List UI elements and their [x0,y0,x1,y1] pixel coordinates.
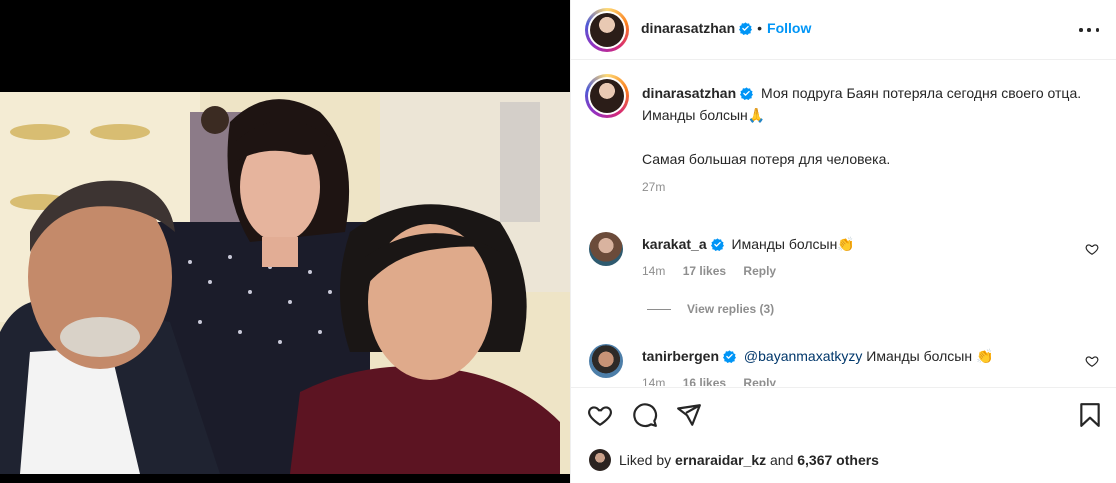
follow-button[interactable]: Follow [767,20,811,36]
author-username[interactable]: dinarasatzhan [641,20,735,36]
comment-username[interactable]: tanirbergen [642,348,719,364]
comment-mention[interactable]: @bayanmaxatkyzy [744,348,862,364]
comments-scroll-area[interactable]: dinarasatzhan Моя подруга Баян потеряла … [571,60,1116,386]
comment-meta: 14m 17 likes Reply [642,264,776,278]
comment-body: karakat_a Иманды болсын👏 [642,235,1062,253]
comment-text: Иманды болсын👏 [731,236,855,252]
post-actions-bar: Liked by ernaraidar_kz and 6,367 others [571,387,1116,483]
comment-text: Иманды болсын 👏 [866,348,994,364]
header-author-row: dinarasatzhan • Follow [641,20,811,36]
caption-line-1: Моя подруга Баян потеряла сегодня своего… [761,85,1082,101]
post-dialog: dinarasatzhan • Follow dinarasatzhan Моя… [0,0,1116,483]
comment-meta: 14m 16 likes Reply [642,376,776,386]
view-replies-divider [647,308,671,310]
author-avatar[interactable] [585,8,629,52]
verified-badge-icon [710,238,724,251]
comment-avatar[interactable] [589,344,623,378]
verified-badge-icon [723,350,737,363]
heart-icon[interactable] [587,402,613,428]
reply-button[interactable]: Reply [743,376,776,386]
comment-avatar[interactable] [589,232,623,266]
comment-time[interactable]: 14m [642,376,665,386]
comment-likes[interactable]: 17 likes [683,264,726,278]
caption-username[interactable]: dinarasatzhan [642,85,736,101]
caption-avatar[interactable] [585,74,629,118]
comment-username[interactable]: karakat_a [642,236,707,252]
caption-line-2: Иманды болсын🙏 [642,107,766,123]
likes-count[interactable]: 6,367 others [797,452,879,468]
caption-time[interactable]: 27m [642,176,1082,198]
comment-like-heart-icon[interactable] [1085,354,1099,368]
comment-icon[interactable] [632,402,658,428]
post-media [0,0,570,483]
bookmark-icon[interactable] [1077,402,1103,428]
view-replies-label: View replies (3) [687,302,775,316]
likes-prefix: Liked by [619,452,672,468]
more-options-icon[interactable] [1079,20,1099,40]
share-icon[interactable] [676,402,702,428]
comment-likes[interactable]: 16 likes [683,376,726,386]
comment-item: tanirbergen @bayanmaxatkyzy Иманды болсы… [589,344,1099,386]
header-separator: • [757,20,763,36]
liker-avatar[interactable] [589,449,611,471]
comment-body: tanirbergen @bayanmaxatkyzy Иманды болсы… [642,347,1062,365]
post-photo[interactable] [0,92,570,474]
liker-username[interactable]: ernaraidar_kz [675,452,766,468]
caption-text: dinarasatzhan Моя подруга Баян потеряла … [642,82,1082,198]
post-header: dinarasatzhan • Follow [571,0,1116,60]
likes-and: and [770,452,794,468]
caption-line-3: Самая большая потеря для человека. [642,151,891,167]
verified-badge-icon [739,21,753,35]
verified-badge-icon [740,87,754,100]
post-sidebar: dinarasatzhan • Follow dinarasatzhan Моя… [570,0,1116,483]
reply-button[interactable]: Reply [743,264,776,278]
likes-summary: Liked by ernaraidar_kz and 6,367 others [589,449,879,471]
comment-time[interactable]: 14m [642,264,665,278]
comment-like-heart-icon[interactable] [1085,242,1099,256]
view-replies-button[interactable]: View replies (3) [647,302,774,316]
